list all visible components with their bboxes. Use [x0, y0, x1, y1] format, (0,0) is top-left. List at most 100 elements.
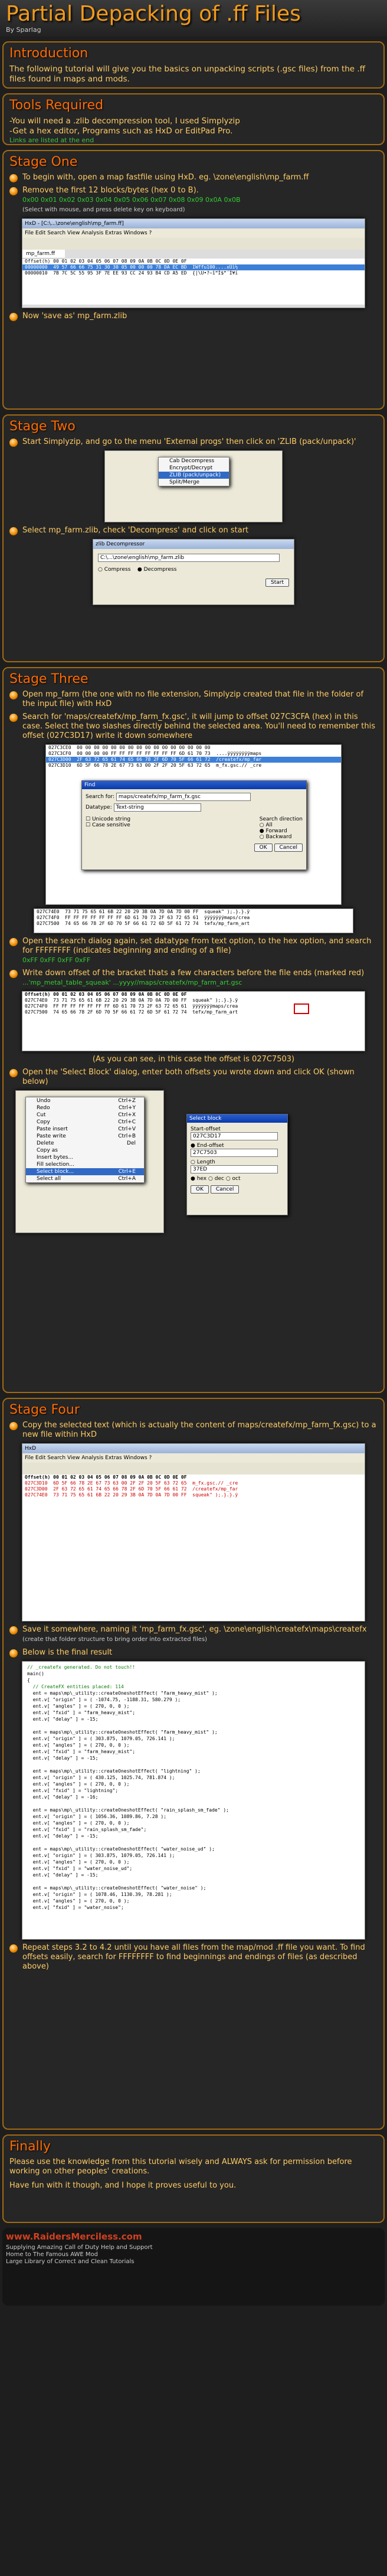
menu-item[interactable]: Split/Merge — [159, 479, 229, 486]
hex-find-screenshot: 027C3CE0 00 00 00 00 00 00 00 00 00 00 0… — [45, 744, 342, 905]
ok-button[interactable]: OK — [191, 1185, 209, 1194]
end-offset-field[interactable]: 27C7503 — [191, 1149, 278, 1157]
hex-row-selected[interactable]: 00000000 49 57 66 66 75 31 30 30 05 00 0… — [22, 264, 365, 270]
hex-row[interactable]: 027C7500 74 65 66 78 2F 6D 70 5F 66 61 7… — [34, 921, 353, 927]
page-header: Partial Depacking of .ff Files By Sparla… — [0, 0, 387, 37]
stage-one-step-2: Remove the first 12 blocks/bytes (hex 0 … — [9, 186, 378, 215]
oct-radio[interactable]: ○ oct — [226, 1176, 241, 1182]
input-path-field[interactable]: C:\...\zone\english\mp_farm.zlib — [98, 554, 280, 562]
finally-heading: Finally — [9, 2139, 51, 2154]
hex-row[interactable]: 027C74F0 FF FF FF FF FF FF FF 6D 61 70 7… — [34, 915, 353, 921]
direction-backward-radio[interactable]: ○ Backward — [260, 834, 303, 840]
select-block-dialog: Select block Start-offset 027C3D17 ● End… — [186, 1114, 288, 1215]
hex-row[interactable]: 027C7500 74 65 66 78 2F 6D 70 5F 66 61 7… — [22, 1009, 365, 1015]
stage-three-step-2: Search for 'maps/createfx/mp_farm_fx.gsc… — [9, 712, 378, 741]
select-block-screenshots: Undo Ctrl+Z Redo Ctrl+Y Cut Ctrl+X Copy Ctrl… — [9, 1090, 378, 1238]
hex-row[interactable]: 027C3D00 2F 63 72 65 61 74 65 66 78 2F 6… — [22, 1486, 365, 1492]
stage-three-step-3: Open the search dialog again, set dataty… — [9, 937, 378, 965]
code-line: ent.v[ "angles" ] = ( 270, 0, 0 ); — [27, 1704, 130, 1709]
decompress-radio[interactable]: ● Decompress — [137, 567, 177, 573]
tools-line-1: -You will need a .zlib decompression too… — [9, 116, 240, 126]
menu-item[interactable]: Cab Decompress — [159, 457, 229, 465]
direction-forward-radio[interactable]: ● Forward — [260, 828, 303, 834]
hex-bytes-list: 0x00 0x01 0x02 0x03 0x04 0x05 0x06 0x07 … — [22, 196, 241, 204]
code-line: ent.v[ "origin" ] = ( 303.875, 1079.05, … — [27, 1853, 175, 1858]
menu-item: Redo Ctrl+Y — [37, 1105, 136, 1111]
hex-row[interactable]: 027C3D10 6D 5F 66 78 2E 67 73 63 00 2F 2… — [46, 763, 341, 769]
menu-item[interactable]: Encrypt/Decrypt — [159, 465, 229, 472]
menu-item-zlib[interactable]: ZLIB (pack/unpack) — [159, 472, 229, 479]
code-line: ent.v[ "origin" ] = ( 303.875, 1079.05, … — [27, 1736, 175, 1741]
code-line: ent = maps\mp\_utility::createOneshotEff… — [27, 1846, 215, 1852]
menu-item: Delete Del — [37, 1140, 136, 1146]
hex-row[interactable]: 027C74E0 73 71 75 65 61 6B 22 20 29 3B 0… — [22, 998, 365, 1003]
start-offset-field[interactable]: 027C3D17 — [191, 1132, 278, 1140]
hex-row[interactable]: 027C74E0 73 71 75 65 61 6B 22 20 29 3B 0… — [34, 909, 353, 915]
hex-row[interactable]: 027C3D10 6D 5F 66 78 2E 67 73 63 00 2F 2… — [22, 1480, 365, 1486]
bullet-icon — [9, 1422, 18, 1430]
code-line: ent.v[ "fxid" ] = "water_noise"; — [27, 1905, 124, 1910]
stage-three-step-4: Write down offset of the bracket thats a… — [9, 969, 378, 988]
hex-radio[interactable]: ● hex — [191, 1176, 206, 1182]
window-titlebar: HxD - [C:\...\zone\english\mp_farm.ff] — [22, 219, 365, 228]
bullet-icon — [9, 691, 18, 699]
stage-three-heading: Stage Three — [9, 672, 88, 687]
search-for-field[interactable]: maps/createfx/mp_farm_fx.gsc — [116, 793, 251, 801]
hex-row[interactable]: 027C74F0 FF FF FF FF FF FF FF 6D 61 70 7… — [22, 1003, 365, 1009]
stage-one-section: Stage One To begin with, open a map fast… — [2, 150, 385, 410]
stage-two-step-2: Select mp_farm.zlib, check 'Decompress' … — [9, 526, 378, 535]
finally-section: Finally Please use the knowledge from th… — [2, 2134, 385, 2223]
hex-row[interactable]: 00000010 7B 7C 5C 55 95 3F 7E EE 93 CC 2… — [22, 270, 365, 276]
ff-bytes: 0xFF 0xFF 0xFF 0xFF — [22, 956, 91, 964]
zlib-dialog-screenshot: zlib Decompressor C:\...\zone\english\mp… — [93, 539, 294, 605]
cancel-button[interactable]: Cancel — [274, 844, 303, 852]
bullet-icon — [9, 1649, 18, 1658]
stage-four-section: Stage Four Copy the selected text (which… — [2, 1398, 385, 2130]
hxd-new-file-screenshot: HxD File Edit Search View Analysis Extra… — [22, 1443, 365, 1622]
end-offset-radio[interactable]: ● End-offset — [191, 1143, 284, 1149]
stage-two-section: Stage Two Start Simplyzip, and go to the… — [2, 414, 385, 662]
edit-menu-screenshot: Undo Ctrl+Z Redo Ctrl+Y Cut Ctrl+X Copy Ctrl… — [15, 1090, 164, 1233]
site-logo[interactable]: www.RaidersMerciless.com — [6, 2231, 381, 2242]
direction-all-radio[interactable]: ○ All — [260, 822, 303, 828]
bullet-icon — [9, 174, 18, 182]
file-tab[interactable]: mp_farm.ff — [22, 250, 65, 259]
stage-four-step-3: Below is the final result — [9, 1648, 378, 1658]
hex-row[interactable]: 027C3CF0 00 00 00 00 FF FF FF FF FF FF F… — [46, 751, 341, 757]
compress-radio[interactable]: ○ Compress — [98, 567, 130, 573]
bullet-icon — [9, 439, 18, 447]
menu-bar: File Edit Search View Analysis Extras Wi… — [22, 228, 365, 238]
menu-item: Cut Ctrl+X — [37, 1112, 136, 1118]
menu-item: Copy Ctrl+C — [37, 1119, 136, 1125]
length-field[interactable]: 37ED — [191, 1165, 278, 1173]
step-note: (create that folder structure to bring o… — [22, 1636, 208, 1643]
length-radio[interactable]: ○ Length — [191, 1159, 284, 1165]
end-sample: ...'mp_metal_table_squeak' ...yyyy//maps… — [22, 979, 242, 986]
offset-note: (As you can see, in this case the offset… — [92, 1055, 295, 1064]
code-line: ent.v[ "delay" ] = -15; — [27, 1717, 99, 1722]
datatype-select[interactable]: Text-string — [113, 803, 201, 812]
hex-row[interactable]: 027C3CE0 00 00 00 00 00 00 00 00 00 00 0… — [46, 745, 341, 751]
introduction-text: The following tutorial will give you the… — [9, 64, 365, 84]
code-line: ent = maps\mp\_utility::createOneshotEff… — [27, 1885, 206, 1891]
dec-radio[interactable]: ○ dec — [208, 1176, 224, 1182]
hex-row-selected[interactable]: 027C3D00 2F 63 72 65 61 74 65 66 78 2F 6… — [46, 757, 341, 763]
cancel-button[interactable]: Cancel — [210, 1185, 240, 1194]
hex-end-screenshot: 027C74E0 73 71 75 65 61 6B 22 20 29 3B 0… — [34, 908, 353, 933]
edit-menu: Undo Ctrl+Z Redo Ctrl+Y Cut Ctrl+X Copy Ctrl… — [25, 1097, 145, 1183]
hex-row[interactable]: 027C74E0 73 71 75 65 61 6B 22 20 29 3B 0… — [22, 1492, 365, 1498]
bullet-icon — [9, 1069, 18, 1077]
start-button[interactable]: Start — [265, 578, 289, 587]
case-checkbox[interactable]: ☐ Case sensitive — [86, 822, 130, 828]
stage-three-section: Stage Three Open mp_farm (the one with n… — [2, 667, 385, 1393]
code-line: ent.v[ "delay" ] = -15; — [27, 1833, 99, 1839]
hex-end-marked-screenshot: Offset(h) 00 01 02 03 04 05 06 07 08 09 … — [22, 991, 365, 1051]
menu-bar: File Edit Search View Analysis Extras Wi… — [22, 1453, 365, 1463]
code-line: { — [27, 1678, 30, 1683]
unicode-checkbox[interactable]: ☐ Unicode string — [86, 816, 130, 822]
ok-button[interactable]: OK — [254, 844, 273, 852]
page-title: Partial Depacking of .ff Files — [6, 2, 301, 26]
code-line: ent.v[ "fxid" ] = "water_noise_ud"; — [27, 1866, 133, 1871]
bullet-icon — [9, 527, 18, 535]
